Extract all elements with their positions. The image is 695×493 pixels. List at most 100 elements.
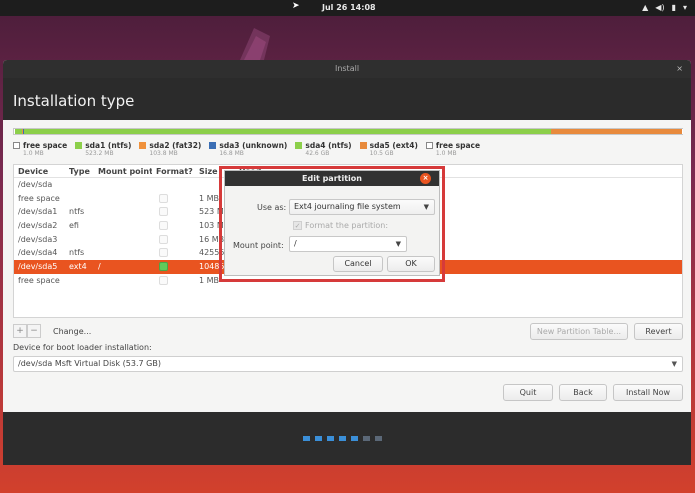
- legend-swatch: [425, 142, 433, 149]
- progress-footer: [3, 412, 691, 465]
- cell-format: [152, 246, 195, 260]
- legend-label: sda2 (fat32): [149, 141, 202, 150]
- cancel-button[interactable]: Cancel: [333, 256, 383, 272]
- cell-type: [65, 192, 94, 206]
- quit-button[interactable]: Quit: [503, 384, 553, 401]
- mount-point-input[interactable]: / ▼: [289, 236, 407, 252]
- volume-icon[interactable]: ◀): [655, 3, 664, 12]
- cell-device: /dev/sda4: [18, 248, 58, 258]
- cell-mount-point: /: [98, 262, 101, 272]
- format-checkbox[interactable]: [159, 275, 168, 285]
- legend-item: sda5 (ext4) 10.5 GB: [359, 141, 418, 157]
- mount-point-label: Mount point:: [233, 241, 284, 250]
- legend-size: 10.5 GB: [369, 150, 394, 157]
- legend-item: sda4 (ntfs) 42.6 GB: [295, 141, 352, 157]
- cell-device: free space: [18, 193, 60, 203]
- cell-device: /dev/sda5: [18, 262, 58, 272]
- cell-device: /dev/sda1: [18, 207, 58, 217]
- legend-size: 103.8 MB: [149, 150, 178, 157]
- chevron-down-icon: ▼: [423, 203, 429, 211]
- legend-size: 523.2 MB: [85, 150, 114, 157]
- legend-size: 1.0 MB: [435, 150, 457, 157]
- boot-loader-select[interactable]: /dev/sda Msft Virtual Disk (53.7 GB) ▼: [13, 356, 683, 372]
- back-button[interactable]: Back: [559, 384, 607, 401]
- legend-label: free space: [435, 141, 481, 150]
- page-header: Installation type: [3, 78, 691, 120]
- column-mount-point[interactable]: Mount point: [94, 165, 152, 177]
- format-checkbox[interactable]: [159, 262, 168, 272]
- cell-format: [152, 233, 195, 247]
- column-type[interactable]: Type: [65, 165, 94, 177]
- format-partition-checkbox[interactable]: ✓ Format the partition:: [293, 221, 388, 230]
- partition-bar-segment: [15, 129, 22, 134]
- use-as-select[interactable]: Ext4 journaling file system ▼: [289, 199, 435, 215]
- add-partition-button[interactable]: +: [13, 324, 27, 338]
- cell-device: /dev/sda3: [18, 234, 58, 244]
- chevron-down-icon: ▼: [395, 240, 401, 248]
- cell-mount-point: [94, 246, 152, 260]
- system-tray[interactable]: ▲ ◀) ▮ ▾: [642, 3, 687, 12]
- format-checkbox[interactable]: [159, 207, 168, 217]
- cell-type: ext4: [69, 262, 87, 272]
- battery-icon[interactable]: ▮: [672, 3, 676, 12]
- cell-format: [152, 205, 195, 219]
- format-checkbox[interactable]: [159, 193, 168, 203]
- partition-tools: + − Change...: [13, 324, 95, 338]
- format-checkbox[interactable]: [159, 234, 168, 244]
- remove-partition-button[interactable]: −: [27, 324, 41, 338]
- dialog-titlebar[interactable]: Edit partition ×: [225, 171, 439, 186]
- partition-bar-segment: [551, 129, 682, 134]
- format-checkbox[interactable]: [159, 248, 168, 258]
- cell-device: free space: [18, 275, 60, 285]
- cell-type: efi: [69, 221, 79, 231]
- step-dot: [303, 436, 310, 441]
- format-checkbox[interactable]: [159, 221, 168, 231]
- legend-label: sda1 (ntfs): [85, 141, 132, 150]
- cell-type: ntfs: [69, 248, 85, 258]
- cell-device: /dev/sda2: [18, 221, 58, 231]
- cell-mount-point: [94, 178, 152, 192]
- cell-format: [152, 274, 195, 288]
- legend-label: free space: [23, 141, 68, 150]
- cell-format: [152, 192, 195, 206]
- dialog-title: Edit partition: [302, 174, 362, 183]
- top-bar: ➤ Jul 26 14:08 ▲ ◀) ▮ ▾: [0, 0, 695, 16]
- wallpaper-logo-icon: [240, 28, 270, 60]
- clock[interactable]: Jul 26 14:08: [322, 3, 376, 12]
- partition-bar-segment: [23, 129, 552, 134]
- column-format[interactable]: Format?: [152, 165, 195, 177]
- step-dot: [327, 436, 334, 441]
- boot-loader-value: /dev/sda Msft Virtual Disk (53.7 GB): [18, 359, 161, 368]
- legend-item: sda1 (ntfs) 523.2 MB: [75, 141, 131, 157]
- legend-item: free space 1.0 MB: [13, 141, 67, 157]
- window-title: Install: [334, 64, 360, 73]
- change-partition-button[interactable]: Change...: [49, 325, 95, 338]
- window-close-icon[interactable]: ×: [676, 60, 683, 78]
- legend-item: sda2 (fat32) 103.8 MB: [139, 141, 201, 157]
- partition-legend: free space 1.0 MB sda1 (ntfs) 523.2 MB sda2 …: [13, 141, 480, 157]
- legend-swatch: [13, 142, 20, 149]
- page-title: Installation type: [13, 92, 135, 110]
- legend-label: sda5 (ext4): [369, 141, 418, 150]
- close-icon[interactable]: ×: [420, 173, 431, 184]
- network-icon[interactable]: ▲: [642, 3, 648, 12]
- menu-chevron-icon[interactable]: ▾: [683, 3, 687, 12]
- cell-mount-point: [94, 205, 152, 219]
- use-as-label: Use as:: [257, 203, 287, 212]
- new-partition-table-button[interactable]: New Partition Table...: [530, 323, 628, 340]
- checkbox-checked-icon: ✓: [293, 221, 302, 230]
- legend-swatch: [209, 142, 217, 149]
- cell-mount-point: [94, 233, 152, 247]
- edit-partition-dialog: Edit partition × Use as: Ext4 journaling…: [224, 170, 440, 276]
- ok-button[interactable]: OK: [387, 256, 435, 272]
- partition-bar: [13, 128, 683, 135]
- boot-loader-label: Device for boot loader installation:: [13, 343, 152, 352]
- column-device[interactable]: Device: [14, 165, 65, 177]
- legend-swatch: [359, 142, 367, 149]
- cell-type: [65, 274, 94, 288]
- mouse-cursor-icon: ➤: [292, 1, 300, 11]
- step-dot: [339, 436, 346, 441]
- window-titlebar[interactable]: Install ×: [3, 60, 691, 78]
- revert-button[interactable]: Revert: [634, 323, 683, 340]
- install-now-button[interactable]: Install Now: [613, 384, 683, 401]
